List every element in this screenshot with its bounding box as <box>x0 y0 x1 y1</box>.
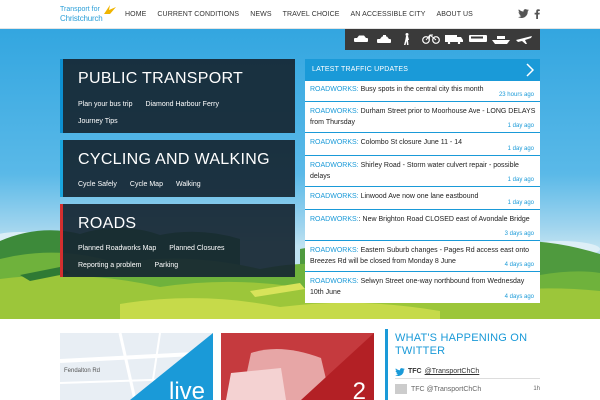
twitter-icon <box>395 367 405 376</box>
traffic-item[interactable]: ROADWORKS: Eastern Suburb changes - Page… <box>305 242 540 272</box>
walking-link[interactable]: Walking <box>176 177 201 193</box>
twitter-account-row[interactable]: TFC @TransportChCh <box>395 365 540 379</box>
traffic-item-age: 1 day ago <box>507 146 534 152</box>
nav-accessible-city[interactable]: AN ACCESSIBLE CITY <box>351 11 426 18</box>
nav-travel-choice[interactable]: TRAVEL CHOICE <box>283 11 340 18</box>
traffic-item-age: 4 days ago <box>504 294 534 300</box>
cycle-safely-link[interactable]: Cycle Safely <box>78 177 117 193</box>
traffic-item-age: 1 day ago <box>507 200 534 206</box>
twitter-handle-link[interactable]: @TransportChCh <box>425 368 480 375</box>
number-label: 2 <box>352 378 366 400</box>
traffic-item[interactable]: ROADWORKS: Busy spots in the central cit… <box>305 81 540 102</box>
twitter-feed: WHAT'S HAPPENING ON TWITTER TFC @Transpo… <box>385 329 540 400</box>
traffic-item-prefix: ROADWORKS: <box>310 86 359 93</box>
photo-tile[interactable]: 2 <box>221 333 374 400</box>
traffic-item-text: Busy spots in the central city this mont… <box>358 86 484 93</box>
traffic-item-prefix: ROADWORKS: <box>310 247 359 254</box>
pedestrian-icon[interactable] <box>398 33 416 45</box>
nav-about-us[interactable]: ABOUT US <box>436 11 472 18</box>
traffic-updates-title: LATEST TRAFFIC UPDATES <box>312 66 409 73</box>
traffic-item-prefix: ROADWORKS: <box>310 216 359 223</box>
live-map-tile[interactable]: Fendalton Rd live <box>60 333 213 400</box>
public-transport-title[interactable]: PUBLIC TRANSPORT <box>78 70 243 88</box>
nav-home[interactable]: HOME <box>125 11 146 18</box>
planned-roadworks-map-link[interactable]: Planned Roadworks Map <box>78 241 156 257</box>
twitter-accent-bar <box>385 329 388 400</box>
map-street-label: Fendalton Rd <box>64 368 101 374</box>
plane-icon[interactable] <box>515 33 533 45</box>
train-photo <box>221 333 374 400</box>
twitter-account-name: TFC <box>408 368 422 375</box>
traffic-item-age: 4 days ago <box>504 262 534 268</box>
traffic-item-age: 1 day ago <box>507 123 534 129</box>
social-links <box>518 9 540 19</box>
top-navigation-bar: Transport for Christchurch HOME CURRENT … <box>0 0 600 29</box>
traffic-item-prefix: ROADWORKS: <box>310 193 359 200</box>
cycling-walking-links: Cycle Safely Cycle Map Walking <box>78 176 287 193</box>
logo-wing-icon <box>104 5 116 14</box>
traffic-item[interactable]: ROADWORKS: Selwyn Street one-way northbo… <box>305 273 540 303</box>
car-icon[interactable] <box>352 33 370 45</box>
traffic-item-prefix: ROADWORKS: <box>310 139 359 146</box>
journey-tips-link[interactable]: Journey Tips <box>78 114 118 130</box>
live-label: live <box>168 378 205 400</box>
ferry-icon[interactable] <box>491 33 510 45</box>
reporting-problem-link[interactable]: Reporting a problem <box>78 258 141 274</box>
traffic-item[interactable]: ROADWORKS: Shirley Road - Storm water cu… <box>305 157 540 187</box>
parking-link[interactable]: Parking <box>154 258 178 274</box>
traffic-item[interactable]: ROADWORKS:: New Brighton Road CLOSED eas… <box>305 211 540 241</box>
facebook-icon[interactable] <box>534 9 540 19</box>
plan-bus-trip-link[interactable]: Plan your bus trip <box>78 97 132 113</box>
transport-mode-bar <box>345 29 540 50</box>
twitter-heading-line2: TWITTER <box>395 345 446 357</box>
twitter-heading: WHAT'S HAPPENING ON TWITTER <box>395 332 527 358</box>
traffic-item[interactable]: ROADWORKS: Linwood Ave now one lane east… <box>305 188 540 210</box>
logo-line2: Christchurch <box>60 14 103 23</box>
chevron-right-icon[interactable] <box>526 63 534 77</box>
traffic-item[interactable]: ROADWORKS: Durham Street prior to Moorho… <box>305 103 540 133</box>
traffic-item-age: 1 day ago <box>507 177 534 183</box>
bicycle-icon[interactable] <box>421 33 440 45</box>
traffic-item-text: Colombo St closure June 11 - 14 <box>358 139 462 146</box>
cycle-map-link[interactable]: Cycle Map <box>130 177 163 193</box>
traffic-item-text: : New Brighton Road CLOSED east of Avond… <box>358 216 530 223</box>
nav-current-conditions[interactable]: CURRENT CONDITIONS <box>157 11 239 18</box>
roads-links: Planned Roadworks Map Planned Closures Re… <box>78 240 287 274</box>
planned-closures-link[interactable]: Planned Closures <box>169 241 224 257</box>
public-transport-links: Plan your bus trip Diamond Harbour Ferry … <box>78 96 287 130</box>
diamond-harbour-ferry-link[interactable]: Diamond Harbour Ferry <box>145 97 219 113</box>
traffic-item-text: Linwood Ave now one lane eastbound <box>358 193 479 200</box>
roads-panel: ROADS Planned Roadworks Map Planned Closu… <box>60 204 295 277</box>
tweet-row[interactable]: TFC @TransportChCh 1h <box>395 384 540 394</box>
cycling-walking-panel: CYCLING AND WALKING Cycle Safely Cycle Ma… <box>60 140 295 197</box>
nav-news[interactable]: NEWS <box>250 11 271 18</box>
roads-title[interactable]: ROADS <box>78 215 136 233</box>
traffic-item-age: 23 hours ago <box>498 92 534 98</box>
truck-icon[interactable] <box>445 33 464 45</box>
main-nav: HOME CURRENT CONDITIONS NEWS TRAVEL CHOI… <box>125 0 484 29</box>
twitter-heading-line1: WHAT'S HAPPENING ON <box>395 332 528 344</box>
site-logo[interactable]: Transport for Christchurch <box>60 5 120 24</box>
traffic-item-prefix: ROADWORKS: <box>310 278 359 285</box>
traffic-item-prefix: ROADWORKS: <box>310 108 359 115</box>
traffic-item-age: 3 days ago <box>504 231 534 237</box>
logo-line1: Transport for <box>60 6 100 13</box>
twitter-icon[interactable] <box>518 9 529 18</box>
traffic-item[interactable]: ROADWORKS: Colombo St closure June 11 - … <box>305 134 540 156</box>
traffic-updates-header[interactable]: LATEST TRAFFIC UPDATES <box>305 59 540 81</box>
tweet-author: TFC @TransportChCh <box>411 385 482 393</box>
public-transport-panel: PUBLIC TRANSPORT Plan your bus trip Diamo… <box>60 59 295 133</box>
cycling-walking-title[interactable]: CYCLING AND WALKING <box>78 151 270 169</box>
taxi-icon[interactable] <box>375 33 393 45</box>
traffic-item-prefix: ROADWORKS: <box>310 162 359 169</box>
traffic-updates-panel: LATEST TRAFFIC UPDATES ROADWORKS: Busy s… <box>305 59 540 303</box>
avatar <box>395 384 407 394</box>
bus-icon[interactable] <box>468 33 487 45</box>
tweet-age: 1h <box>533 386 540 392</box>
